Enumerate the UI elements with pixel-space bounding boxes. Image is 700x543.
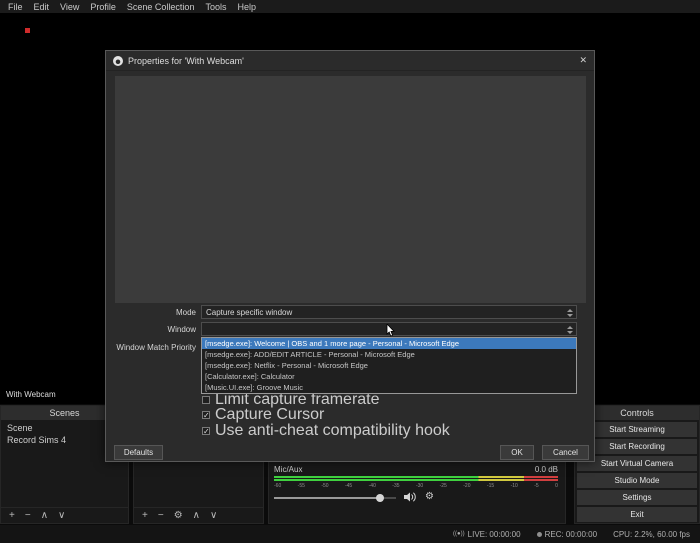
live-time: LIVE: 00:00:00 <box>468 530 521 539</box>
menu-edit[interactable]: Edit <box>34 2 50 12</box>
scene-move-down-icon[interactable]: ∨ <box>58 510 65 521</box>
source-move-down-icon[interactable]: ∨ <box>210 510 217 521</box>
live-icon: ((●)) <box>453 531 465 537</box>
dropdown-item[interactable]: [msedge.exe]: ADD/EDIT ARTICLE - Persona… <box>202 349 576 360</box>
menu-tools[interactable]: Tools <box>205 2 226 12</box>
meter-bar-left <box>274 476 558 478</box>
start-virtual-camera-button[interactable]: Start Virtual Camera <box>577 456 697 471</box>
window-label: Window <box>108 325 196 334</box>
volume-slider-handle[interactable] <box>376 494 384 502</box>
scene-move-up-icon[interactable]: ∧ <box>41 510 48 521</box>
record-indicator-dot <box>25 28 30 33</box>
anti-cheat-checkbox[interactable]: ✓ <box>202 427 210 435</box>
defaults-button[interactable]: Defaults <box>114 445 163 460</box>
mode-label: Mode <box>108 308 196 317</box>
capture-preview <box>115 76 586 303</box>
ok-button[interactable]: OK <box>500 445 534 460</box>
rec-time: REC: 00:00:00 <box>545 530 597 539</box>
mixer-gear-icon[interactable]: ⚙ <box>425 492 434 502</box>
mixer-db-value: 0.0 dB <box>535 465 558 474</box>
status-bar: ((●)) LIVE: 00:00:00 REC: 00:00:00 CPU: … <box>0 525 700 543</box>
mixer-source-name: Mic/Aux <box>274 465 302 474</box>
volume-meter <box>274 476 558 482</box>
window-dropdown-list: [msedge.exe]: Welcome | OBS and 1 more p… <box>201 337 577 394</box>
mode-value: Capture specific window <box>206 308 292 317</box>
dropdown-item[interactable]: [msedge.exe]: Netflix - Personal - Micro… <box>202 360 576 371</box>
studio-mode-button[interactable]: Studio Mode <box>577 473 697 488</box>
window-match-priority-label: Window Match Priority <box>108 343 196 352</box>
dropdown-item[interactable]: [Calculator.exe]: Calculator <box>202 371 576 382</box>
source-properties-gear-icon[interactable]: ⚙ <box>174 510 183 521</box>
menu-scene-collection[interactable]: Scene Collection <box>127 2 195 12</box>
capture-cursor-row[interactable]: ✓ Capture Cursor <box>202 410 324 420</box>
limit-framerate-row[interactable]: Limit capture framerate <box>202 395 380 405</box>
limit-framerate-checkbox[interactable] <box>202 396 210 404</box>
source-label: With Webcam <box>6 390 56 399</box>
remove-source-icon[interactable]: − <box>158 510 164 521</box>
dropdown-item[interactable]: [Music.UI.exe]: Groove Music <box>202 382 576 393</box>
sources-toolbar: + − ⚙ ∧ ∨ <box>134 507 263 523</box>
obs-logo-icon <box>113 56 123 66</box>
scenes-toolbar: + − ∧ ∨ <box>1 507 128 523</box>
add-scene-icon[interactable]: + <box>9 510 15 521</box>
spinner-icon[interactable] <box>567 309 573 317</box>
exit-button[interactable]: Exit <box>577 507 697 522</box>
menu-file[interactable]: File <box>8 2 23 12</box>
source-move-up-icon[interactable]: ∧ <box>193 510 200 521</box>
start-recording-button[interactable]: Start Recording <box>577 439 697 454</box>
rec-icon <box>537 532 542 537</box>
speaker-icon[interactable] <box>404 492 417 502</box>
dialog-titlebar[interactable]: Properties for 'With Webcam' ✕ <box>106 51 594 71</box>
settings-button[interactable]: Settings <box>577 490 697 505</box>
mixer-slider-row: ⚙ <box>274 492 434 502</box>
add-source-icon[interactable]: + <box>142 510 148 521</box>
rec-status: REC: 00:00:00 <box>537 530 597 539</box>
meter-scale: -60 -55 -50 -45 -40 -35 -30 -25 -20 -15 … <box>274 483 558 489</box>
menu-help[interactable]: Help <box>237 2 256 12</box>
obs-main-window: File Edit View Profile Scene Collection … <box>0 0 700 543</box>
start-streaming-button[interactable]: Start Streaming <box>577 422 697 437</box>
menu-view[interactable]: View <box>60 2 79 12</box>
dialog-title: Properties for 'With Webcam' <box>128 56 244 66</box>
close-icon[interactable]: ✕ <box>579 55 587 66</box>
volume-slider[interactable] <box>274 493 396 502</box>
dropdown-item[interactable]: [msedge.exe]: Welcome | OBS and 1 more p… <box>202 338 576 349</box>
mode-select[interactable]: Capture specific window <box>201 305 577 319</box>
anti-cheat-label: Use anti-cheat compatibility hook <box>215 422 450 440</box>
mouse-cursor-icon <box>386 324 395 337</box>
cancel-button[interactable]: Cancel <box>542 445 589 460</box>
menu-bar: File Edit View Profile Scene Collection … <box>0 0 700 13</box>
mixer-source-row: Mic/Aux 0.0 dB <box>274 465 558 474</box>
remove-scene-icon[interactable]: − <box>25 510 31 521</box>
capture-cursor-checkbox[interactable]: ✓ <box>202 411 210 419</box>
anti-cheat-row[interactable]: ✓ Use anti-cheat compatibility hook <box>202 426 450 436</box>
properties-dialog: Properties for 'With Webcam' ✕ Mode Capt… <box>105 50 595 462</box>
meter-bar-right <box>274 479 558 481</box>
live-status: ((●)) LIVE: 00:00:00 <box>453 530 521 539</box>
menu-profile[interactable]: Profile <box>90 2 116 12</box>
cpu-fps-status: CPU: 2.2%, 60.00 fps <box>613 530 690 539</box>
window-select[interactable] <box>201 322 577 336</box>
spinner-icon[interactable] <box>567 326 573 334</box>
